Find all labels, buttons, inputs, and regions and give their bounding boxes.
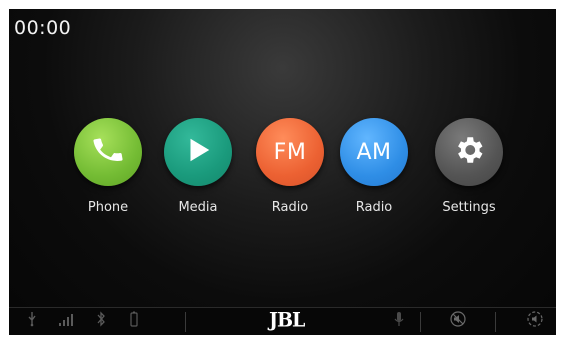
usb-icon	[27, 311, 37, 327]
am-icon: AM	[356, 139, 392, 165]
am-button[interactable]: AM	[340, 118, 408, 186]
signal-icon	[58, 311, 78, 327]
app-am-radio[interactable]: AM Radio	[339, 118, 409, 215]
am-label: Radio	[355, 200, 393, 215]
settings-button[interactable]	[435, 118, 503, 186]
app-media[interactable]: Media	[163, 118, 233, 215]
bluetooth-icon	[96, 311, 106, 327]
settings-label: Settings	[442, 200, 496, 215]
gear-icon	[452, 133, 486, 171]
app-settings[interactable]: Settings	[434, 118, 504, 215]
media-button[interactable]	[164, 118, 232, 186]
phone-icon	[91, 133, 125, 171]
battery-icon	[129, 311, 139, 327]
phone-button[interactable]	[74, 118, 142, 186]
app-fm-radio[interactable]: FM Radio	[255, 118, 325, 215]
jbl-logo: JBL	[269, 308, 305, 332]
fm-button[interactable]: FM	[256, 118, 324, 186]
clock: 00:00	[14, 17, 72, 39]
volume-icon[interactable]	[527, 311, 543, 327]
play-icon	[183, 135, 213, 169]
head-unit-screen: 00:00 Phone Media FM Radio AM Radio Sett…	[9, 9, 556, 335]
bottom-status-bar: JBL	[9, 307, 556, 335]
app-phone[interactable]: Phone	[73, 118, 143, 215]
mute-icon[interactable]	[450, 311, 466, 327]
microphone-icon	[394, 311, 404, 327]
fm-icon: FM	[273, 139, 307, 165]
